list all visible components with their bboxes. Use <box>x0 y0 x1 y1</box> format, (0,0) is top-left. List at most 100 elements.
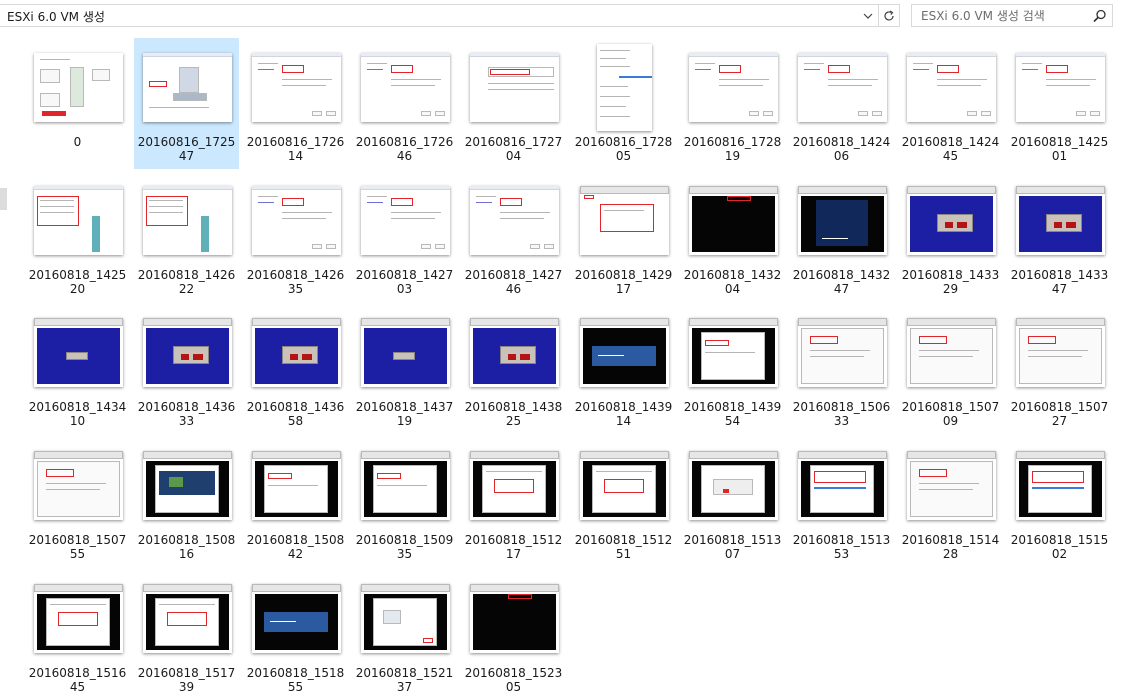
file-name-label[interactable]: 20160818_142635 <box>244 268 347 296</box>
file-item[interactable]: 20160818_151739 <box>134 569 239 699</box>
file-item[interactable]: 20160818_143914 <box>571 303 676 434</box>
file-thumbnail[interactable] <box>143 575 232 662</box>
file-name-label[interactable]: 20160818_150842 <box>244 533 347 561</box>
refresh-icon[interactable] <box>878 5 898 26</box>
file-name-label[interactable]: 20160818_142703 <box>353 268 456 296</box>
file-item[interactable]: 20160818_142746 <box>461 171 566 302</box>
file-item[interactable]: 20160818_151502 <box>1007 436 1112 567</box>
file-item[interactable]: 20160818_142703 <box>352 171 457 302</box>
file-thumbnail[interactable] <box>361 177 450 264</box>
file-name-label[interactable]: 20160818_142445 <box>899 135 1002 163</box>
file-item[interactable]: 20160816_172704 <box>461 38 566 169</box>
file-thumbnail[interactable] <box>252 44 341 131</box>
file-name-label[interactable]: 20160818_142917 <box>572 268 675 296</box>
address-bar[interactable]: ESXi 6.0 VM 생성 <box>0 4 900 27</box>
file-name-label[interactable]: 20160818_151645 <box>26 666 129 694</box>
file-item[interactable]: 20160818_151307 <box>680 436 785 567</box>
file-name-label[interactable]: 20160816_172646 <box>353 135 456 163</box>
file-name-label[interactable]: 20160816_172614 <box>244 135 347 163</box>
file-name-label[interactable]: 20160818_152305 <box>462 666 565 694</box>
file-thumbnail[interactable] <box>143 309 232 396</box>
file-name-label[interactable]: 20160818_150633 <box>790 400 893 428</box>
file-thumbnail[interactable] <box>580 309 669 396</box>
file-thumbnail[interactable] <box>798 177 887 264</box>
file-item[interactable]: 20160818_142445 <box>898 38 1003 169</box>
scroll-marker[interactable] <box>0 188 7 210</box>
file-thumbnail[interactable] <box>361 309 450 396</box>
file-item[interactable]: 20160818_142501 <box>1007 38 1112 169</box>
file-name-label[interactable]: 20160818_142622 <box>135 268 238 296</box>
file-thumbnail[interactable] <box>470 575 559 662</box>
file-item[interactable]: 20160818_143633 <box>134 303 239 434</box>
file-item[interactable]: 20160816_172805 <box>571 38 676 169</box>
file-thumbnail[interactable] <box>470 44 559 131</box>
file-thumbnail[interactable] <box>689 177 778 264</box>
file-thumbnail[interactable] <box>34 309 123 396</box>
file-item[interactable]: 20160816_172646 <box>352 38 457 169</box>
file-thumbnail[interactable] <box>143 44 232 131</box>
file-item[interactable]: 20160818_150816 <box>134 436 239 567</box>
file-name-label[interactable]: 20160816_172547 <box>135 135 238 163</box>
file-thumbnail[interactable] <box>34 44 123 131</box>
file-item[interactable]: 20160818_143410 <box>25 303 130 434</box>
file-item[interactable]: 20160818_143954 <box>680 303 785 434</box>
file-thumbnail[interactable] <box>252 309 341 396</box>
file-name-label[interactable]: 20160818_142501 <box>1008 135 1111 163</box>
file-name-label[interactable]: 20160818_143914 <box>572 400 675 428</box>
file-name-label[interactable]: 20160818_151251 <box>572 533 675 561</box>
file-thumbnail[interactable] <box>689 442 778 529</box>
file-name-label[interactable]: 20160818_143329 <box>899 268 1002 296</box>
file-item[interactable]: 20160818_143247 <box>789 171 894 302</box>
file-thumbnail[interactable] <box>580 44 669 131</box>
file-name-label[interactable]: 20160818_151307 <box>681 533 784 561</box>
file-thumbnail[interactable] <box>143 442 232 529</box>
file-item[interactable]: 20160818_151645 <box>25 569 130 699</box>
file-name-label[interactable]: 20160818_151502 <box>1008 533 1111 561</box>
file-thumbnail[interactable] <box>798 309 887 396</box>
file-item[interactable]: 20160818_143347 <box>1007 171 1112 302</box>
file-item[interactable]: 20160816_172547 <box>134 38 239 169</box>
file-item[interactable]: 20160818_142520 <box>25 171 130 302</box>
file-name-label[interactable]: 20160818_150816 <box>135 533 238 561</box>
file-name-label[interactable]: 20160818_150755 <box>26 533 129 561</box>
file-name-label[interactable]: 20160818_143658 <box>244 400 347 428</box>
file-name-label[interactable]: 20160818_151855 <box>244 666 347 694</box>
file-name-label[interactable]: 20160818_142520 <box>26 268 129 296</box>
file-item[interactable]: 20160818_143825 <box>461 303 566 434</box>
file-name-label[interactable]: 20160818_150727 <box>1008 400 1111 428</box>
file-name-label[interactable]: 20160818_151217 <box>462 533 565 561</box>
chevron-down-icon[interactable] <box>858 5 878 26</box>
file-name-label[interactable]: 20160818_143247 <box>790 268 893 296</box>
file-thumbnail[interactable] <box>252 442 341 529</box>
file-item[interactable]: 20160818_142635 <box>243 171 348 302</box>
file-name-label[interactable]: 20160816_172704 <box>462 135 565 163</box>
file-thumbnail[interactable] <box>34 177 123 264</box>
file-thumbnail[interactable] <box>470 177 559 264</box>
file-thumbnail[interactable] <box>907 309 996 396</box>
file-name-label[interactable]: 20160818_143719 <box>353 400 456 428</box>
file-name-label[interactable]: 20160818_142746 <box>462 268 565 296</box>
file-item[interactable]: 20160818_143329 <box>898 171 1003 302</box>
file-name-label[interactable]: 20160818_152137 <box>353 666 456 694</box>
file-thumbnail[interactable] <box>252 177 341 264</box>
file-name-label[interactable]: 20160818_143347 <box>1008 268 1111 296</box>
file-thumbnail[interactable] <box>361 442 450 529</box>
file-item[interactable]: 20160818_142622 <box>134 171 239 302</box>
file-item[interactable]: 20160818_143719 <box>352 303 457 434</box>
file-item[interactable]: 20160818_143658 <box>243 303 348 434</box>
address-path[interactable]: ESXi 6.0 VM 생성 <box>7 8 105 25</box>
file-name-label[interactable]: 20160818_142406 <box>790 135 893 163</box>
file-thumbnail[interactable] <box>1016 177 1105 264</box>
file-item[interactable]: 20160818_151353 <box>789 436 894 567</box>
file-thumbnail[interactable] <box>580 442 669 529</box>
file-thumbnail[interactable] <box>689 309 778 396</box>
search-box[interactable] <box>911 4 1113 27</box>
file-item[interactable]: 20160818_142406 <box>789 38 894 169</box>
file-name-label[interactable]: 20160818_151353 <box>790 533 893 561</box>
file-thumbnail[interactable] <box>34 442 123 529</box>
search-icon[interactable] <box>1092 8 1108 24</box>
file-item[interactable]: 20160816_172819 <box>680 38 785 169</box>
file-item[interactable]: 20160818_150709 <box>898 303 1003 434</box>
file-item[interactable]: 20160818_151251 <box>571 436 676 567</box>
file-thumbnail[interactable] <box>689 44 778 131</box>
